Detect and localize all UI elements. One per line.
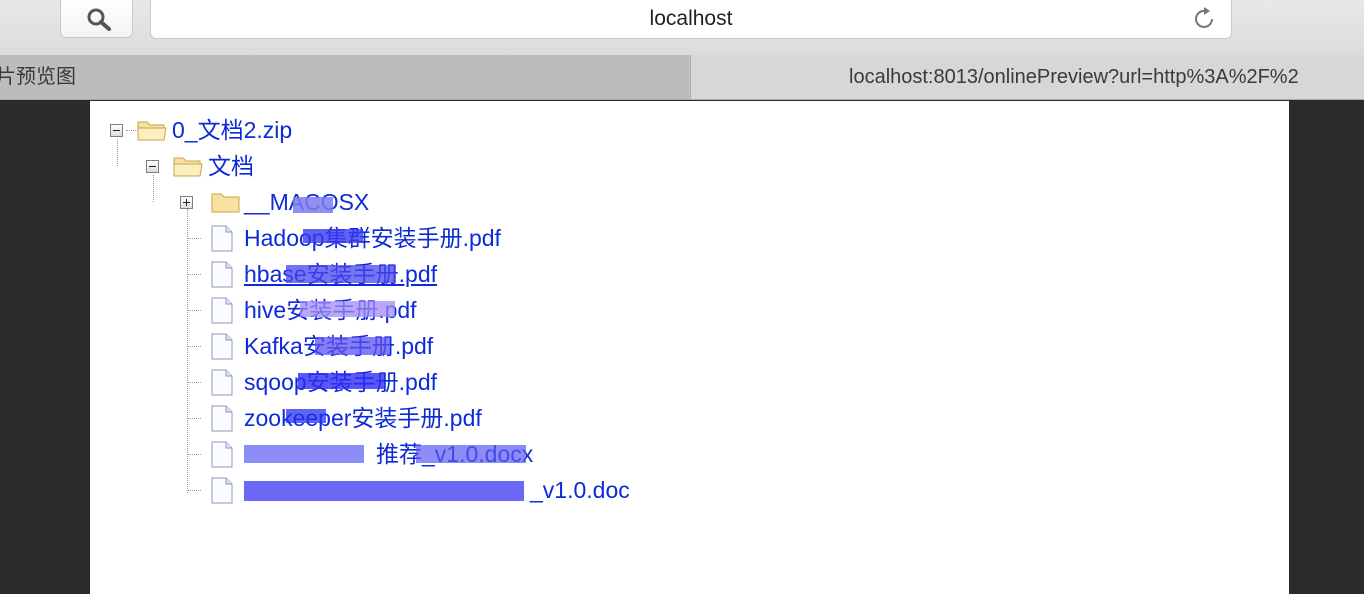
- document-icon: [211, 225, 233, 252]
- tree-node-file[interactable]: sqoop安装手册.pdf: [90, 367, 790, 401]
- file-tree: 0_文档2.zip 文档 __MACOSX Hadoop集群安装手册.pdf: [90, 101, 1289, 594]
- tree-node-label[interactable]: Hadoop集群安装手册.pdf: [244, 224, 501, 252]
- document-icon: [211, 405, 233, 432]
- tab-label: localhost:8013/onlinePreview?url=http%3A…: [849, 66, 1299, 88]
- tree-node-label[interactable]: _v1.0.doc: [530, 476, 630, 504]
- tree-node-file[interactable]: Hadoop集群安装手册.pdf: [90, 223, 790, 257]
- tab-label: 片预览图: [0, 66, 76, 88]
- magnifier-icon: [87, 8, 111, 31]
- expand-icon[interactable]: [180, 196, 193, 209]
- tab-image-preview[interactable]: 片预览图: [0, 55, 689, 99]
- reload-icon[interactable]: [1192, 6, 1218, 32]
- tree-node-root[interactable]: 0_文档2.zip: [90, 115, 490, 149]
- browser-toolbar: localhost: [0, 0, 1364, 56]
- tree-node-file[interactable]: zookeeper安装手册.pdf: [90, 403, 790, 437]
- address-bar[interactable]: localhost: [150, 0, 1232, 39]
- address-text: localhost: [649, 7, 733, 30]
- document-icon: [211, 369, 233, 396]
- tree-node-macosx[interactable]: __MACOSX: [90, 187, 490, 221]
- collapse-icon[interactable]: [146, 160, 159, 173]
- document-icon: [211, 297, 233, 324]
- tree-node-file[interactable]: hive安装手册.pdf: [90, 295, 790, 329]
- tree-node-folder[interactable]: 文档: [90, 151, 490, 185]
- page-content: 0_文档2.zip 文档 __MACOSX Hadoop集群安装手册.pdf: [90, 101, 1289, 594]
- folder-open-icon: [137, 121, 167, 141]
- tree-node-label[interactable]: 0_文档2.zip: [172, 116, 292, 144]
- document-icon: [211, 441, 233, 468]
- tab-strip: 片预览图 localhost:8013/onlinePreview?url=ht…: [0, 55, 1364, 100]
- search-button[interactable]: [60, 0, 133, 38]
- tree-node-file[interactable]: hbase安装手册.pdf: [90, 259, 790, 293]
- folder-closed-icon: [211, 193, 240, 213]
- folder-open-icon: [173, 157, 203, 177]
- tree-node-label[interactable]: zookeeper安装手册.pdf: [244, 404, 482, 432]
- document-icon: [211, 333, 233, 360]
- tree-node-file[interactable]: Kafka安装手册.pdf: [90, 331, 790, 365]
- collapse-icon[interactable]: [110, 124, 123, 137]
- tree-node-label[interactable]: 文档: [208, 152, 254, 180]
- document-icon: [211, 477, 233, 504]
- document-icon: [211, 261, 233, 288]
- tab-online-preview[interactable]: localhost:8013/onlinePreview?url=http%3A…: [690, 55, 1364, 99]
